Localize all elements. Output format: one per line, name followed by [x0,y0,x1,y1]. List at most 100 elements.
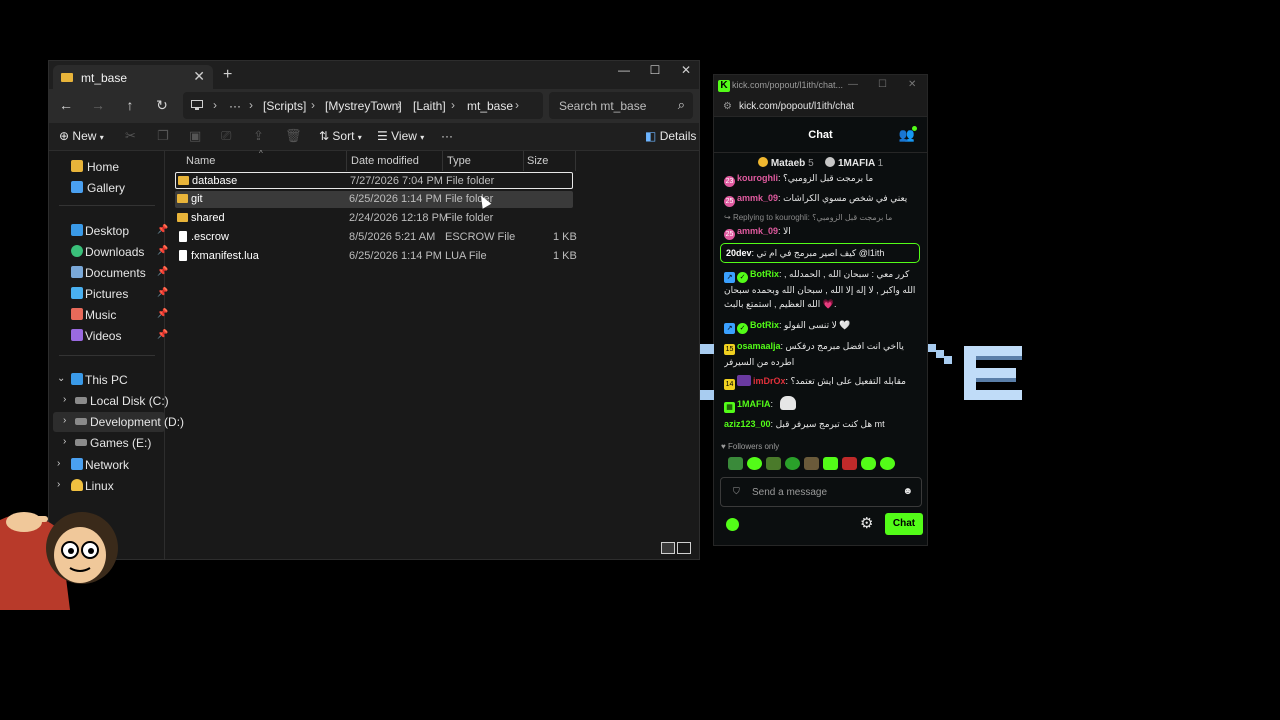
search-box[interactable]: Search mt_base ⌕ [549,92,693,119]
more-options-icon[interactable]: ··· [441,129,453,143]
file-row[interactable]: fxmanifest.lua 6/25/2026 1:14 PM LUA Fil… [175,248,577,265]
sidebar-item-linux[interactable]: › Linux [53,476,165,496]
chat-username[interactable]: osamaalja [737,341,781,351]
emote-icon[interactable] [823,457,838,470]
sidebar-item-documents[interactable]: Documents 📌 [53,263,168,283]
column-divider[interactable] [575,151,576,171]
details-button[interactable]: ◧ Details [645,129,696,143]
view-button[interactable]: ☰ View ▾ [377,129,424,143]
new-button[interactable]: ⊕ New ▾ [59,129,104,143]
emote-icon[interactable] [861,457,876,470]
maximize-icon[interactable]: ☐ [640,63,670,77]
gifter-item[interactable]: 1MAFIA 1 [824,157,883,169]
file-row[interactable]: shared 2/24/2026 12:18 PM File folder [175,210,573,227]
sidebar-item-videos[interactable]: Videos 📌 [53,326,168,346]
pin-icon[interactable]: 📌 [157,266,168,277]
chat-username[interactable]: kouroghli [737,173,778,183]
breadcrumb-more[interactable]: ··· [229,99,241,113]
emote-icon[interactable] [766,457,781,470]
breadcrumb-scripts[interactable]: [Scripts] [263,99,306,113]
sidebar-item-home[interactable]: Home [53,157,165,177]
chat-username[interactable]: 1MAFIA [737,399,771,409]
minimize-icon[interactable]: — [848,79,858,90]
breadcrumb-mt-base[interactable]: mt_base [467,99,513,113]
chevron-right-icon[interactable]: › [63,415,66,426]
column-header-size[interactable]: Size [527,155,548,167]
new-tab-icon[interactable]: + [223,66,232,84]
sidebar-item-gallery[interactable]: Gallery [53,178,165,198]
emote-icon[interactable] [728,457,743,470]
column-divider[interactable] [442,151,443,171]
details-view-icon[interactable] [661,542,675,554]
file-row[interactable]: .escrow 8/5/2026 5:21 AM ESCROW File 1 K… [175,229,577,246]
emoji-icon[interactable]: ☻ [902,486,913,497]
chat-username[interactable]: BotRix [750,320,779,330]
file-row[interactable]: database 7/27/2026 7:04 PM File folder [175,172,573,189]
pin-icon[interactable]: 📌 [157,329,168,340]
pin-icon[interactable]: 📌 [157,245,168,256]
forward-icon[interactable]: → [89,97,107,113]
emote-icon[interactable] [804,457,819,470]
emote-icon[interactable] [842,457,857,470]
column-header-name[interactable]: Name [186,155,215,167]
chevron-right-icon[interactable]: › [63,436,66,447]
sidebar-item-pictures[interactable]: Pictures 📌 [53,284,168,304]
emote-icon[interactable] [785,457,800,470]
sidebar-item-this-pc[interactable]: ⌄ This PC [53,370,165,390]
chat-username[interactable]: imDrOx [753,376,786,386]
sidebar-item-games[interactable]: › Games (E:) [53,433,165,453]
emote-icon[interactable] [880,457,895,470]
site-settings-icon[interactable]: ⚙ [723,101,732,112]
chat-username[interactable]: aziz123_00 [724,419,771,429]
minimize-icon[interactable]: — [609,63,639,77]
send-chat-button[interactable]: Chat [885,513,923,535]
breadcrumb-laith[interactable]: [Laith] [413,99,446,113]
gifter-item[interactable]: Mataeb 5 [757,157,814,169]
sidebar-item-desktop[interactable]: Desktop 📌 [53,221,168,241]
sort-button[interactable]: ⇅ Sort ▾ [319,129,362,143]
chat-username[interactable]: ammk_09 [737,226,778,236]
chevron-right-icon[interactable]: › [63,394,66,405]
explorer-tab[interactable]: mt_base ✕ [53,65,213,89]
maximize-icon[interactable]: ☐ [878,79,887,90]
chat-username[interactable]: BotRix [750,269,779,279]
column-divider[interactable] [523,151,524,171]
chat-username[interactable]: 20dev [726,248,752,258]
chevron-down-icon[interactable]: ⌄ [57,373,65,384]
chevron-right-icon[interactable]: › [57,458,60,469]
chat-input[interactable]: ⛉ Send a message ☻ [720,477,922,507]
cut-icon[interactable]: ✂ [125,128,136,144]
column-header-date[interactable]: Date modified [351,155,419,167]
pin-icon[interactable]: 📌 [157,308,168,319]
delete-icon[interactable]: 🗑 [285,128,302,144]
sidebar-item-local-disk[interactable]: › Local Disk (C:) [53,391,169,411]
kick-points-icon[interactable] [726,518,739,531]
back-icon[interactable]: ← [57,97,75,113]
sidebar-item-downloads[interactable]: Downloads 📌 [53,242,168,262]
chat-url-bar[interactable]: ⚙ kick.com/popout/l1ith/chat [714,97,927,117]
close-window-icon[interactable]: ✕ [671,63,699,77]
refresh-icon[interactable]: ↻ [153,97,171,114]
file-row[interactable]: git 6/25/2026 1:14 PM File folder [175,191,573,208]
column-header-type[interactable]: Type [447,155,471,167]
rename-icon[interactable]: ⎚ [221,128,231,144]
tiles-view-icon[interactable] [677,542,691,554]
gear-icon[interactable]: ⚙ [860,514,873,532]
up-icon[interactable]: ↑ [121,97,139,113]
copy-icon[interactable]: ❐ [157,128,169,144]
pin-icon[interactable]: 📌 [157,224,168,235]
emote-icon[interactable] [747,457,762,470]
sidebar-item-development[interactable]: › Development (D:) [53,412,184,432]
reply-indicator[interactable]: ↪ Replying to kouroghli: ما برمجت قبل ال… [724,213,892,222]
chat-username[interactable]: ammk_09 [737,193,778,203]
close-window-icon[interactable]: ✕ [908,79,916,90]
sidebar-item-network[interactable]: › Network [53,455,165,475]
tab-close-icon[interactable]: ✕ [193,68,205,85]
breadcrumb-mystreytown[interactable]: [MystreyTown] [325,99,402,113]
column-divider[interactable] [346,151,347,171]
sidebar-item-music[interactable]: Music 📌 [53,305,168,325]
share-icon[interactable]: ⇪ [253,128,264,144]
address-bar[interactable]: › ··· › [Scripts] › [MystreyTown] › [Lai… [183,92,543,119]
paste-icon[interactable]: ▣ [189,128,201,144]
pin-icon[interactable]: 📌 [157,287,168,298]
